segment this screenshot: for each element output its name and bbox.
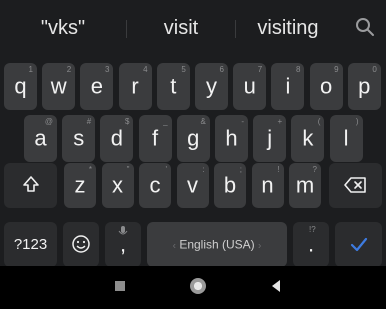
key-b[interactable]: ; b [214,163,246,208]
backspace-icon [329,175,382,200]
chevron-right-icon: › [258,240,262,252]
suggestion-3[interactable]: visiting [236,0,340,56]
key-r[interactable]: 4r [118,63,152,110]
key-label: r [131,72,139,98]
space-key[interactable]: ‹ English (USA) › [147,222,287,267]
key-l[interactable]: ) l [329,115,363,162]
key-label: s [73,124,85,150]
key-o[interactable]: 9o [309,63,343,110]
key-label: l [343,124,349,150]
key-label: y [206,72,217,98]
enter-key[interactable] [335,222,382,267]
key-n[interactable]: ! n [251,163,284,208]
key-g[interactable]: & g [176,115,210,162]
key-label: j [267,124,273,150]
key-label: d [110,124,124,150]
key-label: u [243,72,256,98]
back-icon[interactable] [270,279,282,298]
emoji-key[interactable] [63,222,99,267]
key-label: x [112,171,123,197]
key-label: p [358,72,371,98]
key-z[interactable]: * z [64,163,96,208]
key-k[interactable]: (k [291,115,325,162]
shift-icon [4,174,57,199]
key-label: a [34,124,47,150]
key-label: e [90,72,104,98]
symbols-key[interactable]: ?123 [4,222,57,267]
key-w[interactable]: 2w [42,63,76,110]
key-label: m [295,171,315,197]
keyboard: "vks" visit visiting 1q2w3e4r5t6y7u8i9o0… [0,0,386,309]
chevron-left-icon: ‹ [172,240,176,252]
suggestion-2[interactable]: visit [127,0,235,56]
key-label: o [319,72,333,98]
key-d[interactable]: $ d [100,115,134,162]
key-s[interactable]: # s [62,115,96,162]
key-label: t [170,72,177,98]
key-e[interactable]: 3e [80,63,114,110]
checkmark-icon [335,234,382,259]
comma-key[interactable]: , [105,222,141,267]
suggestion-strip: "vks" visit visiting [0,0,386,56]
key-j[interactable]: + j [253,115,287,162]
key-label: n [261,171,274,197]
key-i[interactable]: 8i [271,63,305,110]
key-label: b [223,171,237,197]
language-label: English (USA) [179,237,255,252]
key-q[interactable]: 1q [4,63,37,110]
emoji-icon [63,234,99,259]
key-label: v [187,171,198,197]
key-p[interactable]: 0p [347,63,381,110]
recents-icon[interactable] [115,281,125,291]
backspace-key[interactable] [329,163,382,208]
key-label: f [152,124,159,150]
key-m[interactable]: ? m [289,163,321,208]
key-v[interactable]: :v [176,163,209,208]
key-y[interactable]: 6y [195,63,228,110]
key-x[interactable]: " x [101,163,134,208]
shift-key[interactable] [4,163,57,208]
symbols-key-label: ?123 [13,235,48,253]
key-label: h [225,124,238,150]
key-a[interactable]: @ a [24,115,57,162]
key-label: q [14,72,27,98]
space-key-label: ‹ English (USA) › [147,237,287,251]
key-h[interactable]: -h [215,115,248,162]
period-key[interactable]: !? . [293,222,329,267]
key-f[interactable]: _ f [138,115,172,162]
key-c[interactable]: ' c [139,163,171,208]
key-label: w [50,72,67,98]
suggestion-1[interactable]: "vks" [0,0,126,56]
key-label: g [187,124,200,150]
period-key-label: . [307,230,315,256]
key-label: c [149,171,161,197]
key-label: z [74,171,86,197]
home-icon[interactable] [190,278,206,294]
comma-key-label: , [119,230,127,256]
key-label: k [302,124,314,150]
key-label: i [285,72,291,98]
navigation-bar [0,266,386,309]
search-icon[interactable] [352,14,378,40]
key-t[interactable]: 5t [156,63,190,110]
key-u[interactable]: 7u [233,63,267,110]
